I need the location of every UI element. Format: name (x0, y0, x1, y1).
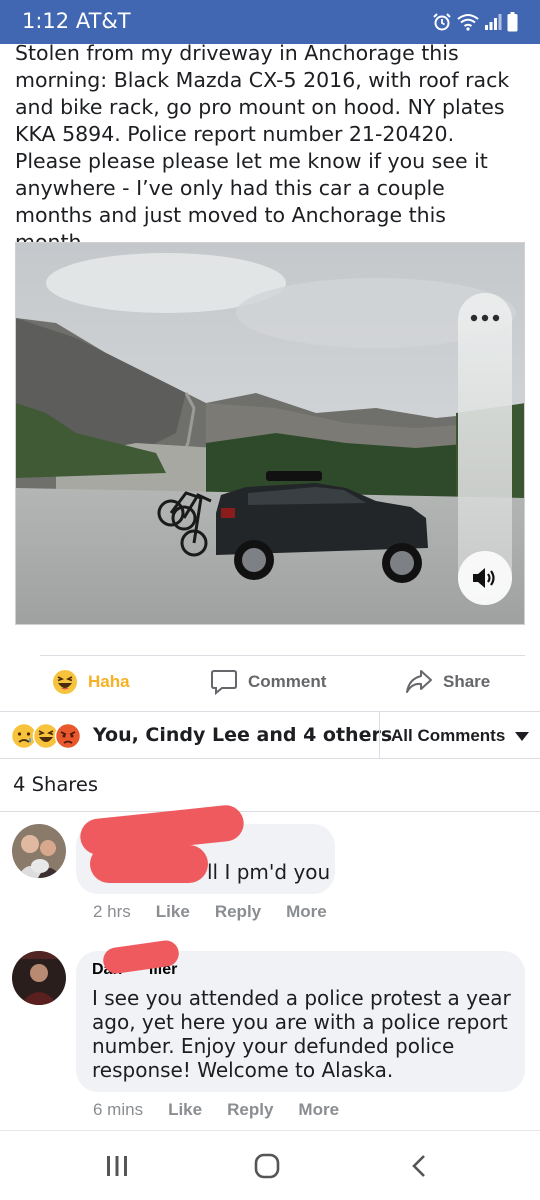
status-icons (432, 12, 518, 32)
wifi-icon (457, 14, 479, 31)
comments-filter-label: All Comments (391, 726, 506, 745)
haha-reaction-button[interactable]: Haha (52, 662, 130, 702)
status-bar: 1:12 AT&T (0, 0, 540, 44)
comment-1-avatar[interactable] (12, 824, 66, 878)
volume-icon (473, 568, 495, 588)
reactions-summary[interactable]: You, Cindy Lee and 4 others (93, 724, 392, 746)
back-button[interactable] (399, 1149, 439, 1183)
divider-bottom-reactions (0, 758, 540, 759)
post-photo[interactable] (15, 242, 525, 625)
comment-1-reply[interactable]: Reply (215, 902, 261, 922)
comment-2-time: 6 mins (93, 1100, 144, 1119)
comment-2-avatar[interactable] (12, 951, 66, 1005)
shares-count[interactable]: 4 Shares (13, 773, 98, 796)
caret-down-icon (515, 731, 530, 741)
angry-face-icon (54, 722, 82, 750)
redaction-mark-name-2 (90, 845, 208, 883)
comment-1-time: 2 hrs (93, 902, 131, 921)
comments-filter-dropdown[interactable]: All Comments (391, 726, 530, 746)
battery-icon (507, 12, 518, 32)
share-icon (406, 670, 432, 693)
avatar-photo (12, 824, 66, 878)
post-actions: Haha Comment Share (0, 662, 540, 702)
system-nav-bar (0, 1130, 540, 1200)
alarm-icon (433, 13, 451, 31)
reaction-icons[interactable] (10, 722, 82, 750)
home-button[interactable] (247, 1149, 287, 1183)
comment-1-like[interactable]: Like (156, 902, 190, 922)
recent-apps-icon (107, 1156, 127, 1176)
recent-apps-button[interactable] (97, 1149, 137, 1183)
comment-button[interactable]: Comment (210, 662, 326, 702)
more-options-button[interactable] (458, 293, 512, 343)
share-button[interactable]: Share (405, 662, 490, 702)
haha-face-icon (53, 670, 77, 694)
volume-button[interactable] (458, 551, 512, 605)
post-text: Stolen from my driveway in Anchorage thi… (15, 41, 510, 254)
comment-1-text: ll I pm'd you (207, 860, 331, 884)
video-controls (458, 293, 512, 605)
comment-label: Comment (248, 672, 327, 691)
comment-2-like[interactable]: Like (168, 1100, 202, 1120)
comment-1-meta: 2 hrs Like Reply More (93, 902, 352, 922)
comment-2-meta: 6 mins Like Reply More (93, 1100, 364, 1120)
back-icon (412, 1155, 425, 1177)
comment-icon (211, 670, 237, 696)
share-label: Share (443, 672, 491, 691)
comment-2-more[interactable]: More (298, 1100, 339, 1120)
comment-2-text: I see you attended a police protest a ye… (92, 986, 511, 1082)
signal-icon (485, 14, 502, 30)
haha-label: Haha (88, 672, 130, 691)
avatar-photo (12, 951, 66, 1005)
more-options-icon (470, 314, 500, 322)
action-divider (40, 655, 525, 656)
comment-2-bubble[interactable]: Dan iller I see you attended a police pr… (76, 951, 525, 1092)
status-time-carrier: 1:12 AT&T (22, 9, 131, 33)
reactions-row: You, Cindy Lee and 4 others All Comments (0, 712, 540, 758)
photo-scene (16, 243, 524, 624)
vertical-separator (379, 712, 380, 758)
divider-shares (0, 811, 540, 812)
comment-2-reply[interactable]: Reply (227, 1100, 273, 1120)
home-icon (254, 1153, 280, 1179)
comment-1-more[interactable]: More (286, 902, 327, 922)
